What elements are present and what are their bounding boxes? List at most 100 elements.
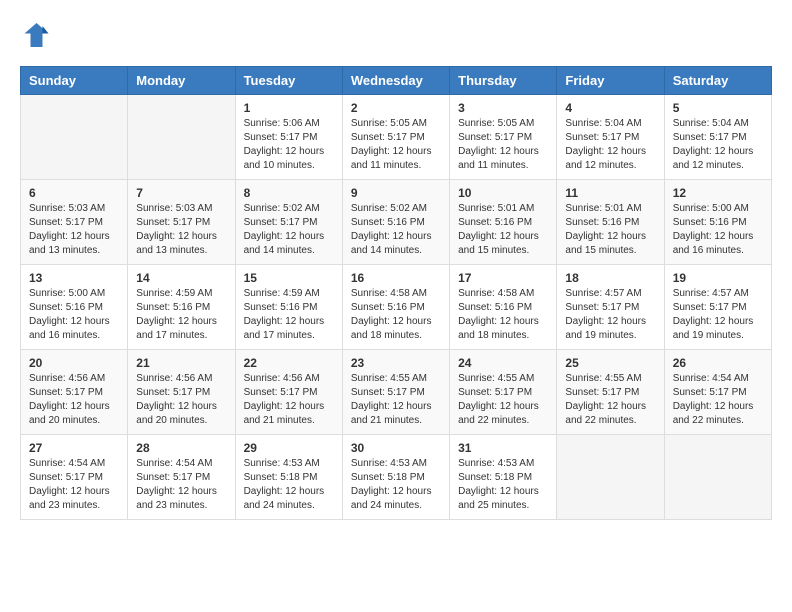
day-info: Sunrise: 5:04 AM Sunset: 5:17 PM Dayligh… (565, 117, 655, 173)
day-header-saturday: Saturday (664, 67, 771, 95)
day-info: Sunrise: 4:56 AM Sunset: 5:17 PM Dayligh… (244, 372, 334, 428)
calendar-cell: 5 Sunrise: 5:04 AM Sunset: 5:17 PM Daylig… (664, 95, 771, 180)
day-number: 17 (458, 271, 548, 285)
day-header-sunday: Sunday (21, 67, 128, 95)
day-info: Sunrise: 4:54 AM Sunset: 5:17 PM Dayligh… (673, 372, 763, 428)
day-info: Sunrise: 5:02 AM Sunset: 5:17 PM Dayligh… (244, 202, 334, 258)
day-number: 6 (29, 186, 119, 200)
calendar-cell: 21 Sunrise: 4:56 AM Sunset: 5:17 PM Dayli… (128, 350, 235, 435)
day-info: Sunrise: 5:01 AM Sunset: 5:16 PM Dayligh… (458, 202, 548, 258)
day-number: 29 (244, 441, 334, 455)
calendar-cell: 17 Sunrise: 4:58 AM Sunset: 5:16 PM Dayli… (450, 265, 557, 350)
day-info: Sunrise: 4:56 AM Sunset: 5:17 PM Dayligh… (136, 372, 226, 428)
day-info: Sunrise: 4:54 AM Sunset: 5:17 PM Dayligh… (29, 457, 119, 513)
calendar-cell: 12 Sunrise: 5:00 AM Sunset: 5:16 PM Dayli… (664, 180, 771, 265)
calendar-cell: 22 Sunrise: 4:56 AM Sunset: 5:17 PM Dayli… (235, 350, 342, 435)
page-header (20, 20, 772, 50)
calendar-week-4: 20Sunrise: 4:56 AM Sunset: 5:17 PM Dayli… (21, 350, 772, 435)
calendar-cell: 26 Sunrise: 4:54 AM Sunset: 5:17 PM Dayli… (664, 350, 771, 435)
day-header-tuesday: Tuesday (235, 67, 342, 95)
day-info: Sunrise: 4:57 AM Sunset: 5:17 PM Dayligh… (673, 287, 763, 343)
calendar-cell: 1 Sunrise: 5:06 AM Sunset: 5:17 PM Daylig… (235, 95, 342, 180)
calendar-cell (21, 95, 128, 180)
logo (20, 20, 54, 50)
day-header-wednesday: Wednesday (342, 67, 449, 95)
calendar-cell (557, 435, 664, 520)
day-info: Sunrise: 4:56 AM Sunset: 5:17 PM Dayligh… (29, 372, 119, 428)
day-number: 8 (244, 186, 334, 200)
calendar-cell (128, 95, 235, 180)
day-info: Sunrise: 4:59 AM Sunset: 5:16 PM Dayligh… (136, 287, 226, 343)
day-info: Sunrise: 5:00 AM Sunset: 5:16 PM Dayligh… (673, 202, 763, 258)
calendar-cell: 6 Sunrise: 5:03 AM Sunset: 5:17 PM Daylig… (21, 180, 128, 265)
day-number: 26 (673, 356, 763, 370)
calendar-cell: 28Sunrise: 4:54 AM Sunset: 5:17 PM Dayli… (128, 435, 235, 520)
day-number: 9 (351, 186, 441, 200)
calendar-cell: 14 Sunrise: 4:59 AM Sunset: 5:16 PM Dayli… (128, 265, 235, 350)
day-info: Sunrise: 4:58 AM Sunset: 5:16 PM Dayligh… (351, 287, 441, 343)
calendar-cell: 19Sunrise: 4:57 AM Sunset: 5:17 PM Dayli… (664, 265, 771, 350)
day-number: 10 (458, 186, 548, 200)
day-info: Sunrise: 4:53 AM Sunset: 5:18 PM Dayligh… (244, 457, 334, 513)
day-number: 4 (565, 101, 655, 115)
day-number: 27 (29, 441, 119, 455)
day-info: Sunrise: 4:55 AM Sunset: 5:17 PM Dayligh… (458, 372, 548, 428)
logo-icon (20, 20, 50, 50)
day-number: 22 (244, 356, 334, 370)
day-info: Sunrise: 5:05 AM Sunset: 5:17 PM Dayligh… (458, 117, 548, 173)
day-header-friday: Friday (557, 67, 664, 95)
calendar-cell: 2Sunrise: 5:05 AM Sunset: 5:17 PM Daylig… (342, 95, 449, 180)
calendar-cell: 25 Sunrise: 4:55 AM Sunset: 5:17 PM Dayli… (557, 350, 664, 435)
day-number: 23 (351, 356, 441, 370)
calendar-cell: 10 Sunrise: 5:01 AM Sunset: 5:16 PM Dayli… (450, 180, 557, 265)
day-info: Sunrise: 4:57 AM Sunset: 5:17 PM Dayligh… (565, 287, 655, 343)
day-number: 12 (673, 186, 763, 200)
day-number: 2 (351, 101, 441, 115)
day-info: Sunrise: 5:03 AM Sunset: 5:17 PM Dayligh… (136, 202, 226, 258)
day-info: Sunrise: 4:55 AM Sunset: 5:17 PM Dayligh… (351, 372, 441, 428)
day-number: 28 (136, 441, 226, 455)
calendar-cell: 18 Sunrise: 4:57 AM Sunset: 5:17 PM Dayli… (557, 265, 664, 350)
day-header-monday: Monday (128, 67, 235, 95)
day-number: 7 (136, 186, 226, 200)
calendar-cell: 31 Sunrise: 4:53 AM Sunset: 5:18 PM Dayli… (450, 435, 557, 520)
calendar-cell (664, 435, 771, 520)
day-number: 21 (136, 356, 226, 370)
calendar-cell: 23 Sunrise: 4:55 AM Sunset: 5:17 PM Dayli… (342, 350, 449, 435)
calendar-cell: 15Sunrise: 4:59 AM Sunset: 5:16 PM Dayli… (235, 265, 342, 350)
day-number: 18 (565, 271, 655, 285)
day-info: Sunrise: 5:06 AM Sunset: 5:17 PM Dayligh… (244, 117, 334, 173)
day-number: 13 (29, 271, 119, 285)
calendar-cell: 13 Sunrise: 5:00 AM Sunset: 5:16 PM Dayli… (21, 265, 128, 350)
calendar-table: SundayMondayTuesdayWednesdayThursdayFrid… (20, 66, 772, 520)
calendar-cell: 11Sunrise: 5:01 AM Sunset: 5:16 PM Dayli… (557, 180, 664, 265)
calendar-week-1: 1 Sunrise: 5:06 AM Sunset: 5:17 PM Daylig… (21, 95, 772, 180)
calendar-week-2: 6 Sunrise: 5:03 AM Sunset: 5:17 PM Daylig… (21, 180, 772, 265)
calendar-cell: 20Sunrise: 4:56 AM Sunset: 5:17 PM Dayli… (21, 350, 128, 435)
calendar-week-3: 13 Sunrise: 5:00 AM Sunset: 5:16 PM Dayli… (21, 265, 772, 350)
day-info: Sunrise: 4:53 AM Sunset: 5:18 PM Dayligh… (458, 457, 548, 513)
calendar-week-5: 27 Sunrise: 4:54 AM Sunset: 5:17 PM Dayli… (21, 435, 772, 520)
calendar-cell: 30Sunrise: 4:53 AM Sunset: 5:18 PM Dayli… (342, 435, 449, 520)
calendar-cell: 24 Sunrise: 4:55 AM Sunset: 5:17 PM Dayli… (450, 350, 557, 435)
day-number: 14 (136, 271, 226, 285)
day-number: 25 (565, 356, 655, 370)
day-number: 31 (458, 441, 548, 455)
day-number: 16 (351, 271, 441, 285)
day-number: 5 (673, 101, 763, 115)
day-number: 1 (244, 101, 334, 115)
calendar-cell: 7 Sunrise: 5:03 AM Sunset: 5:17 PM Daylig… (128, 180, 235, 265)
day-info: Sunrise: 5:00 AM Sunset: 5:16 PM Dayligh… (29, 287, 119, 343)
calendar-cell: 29 Sunrise: 4:53 AM Sunset: 5:18 PM Dayli… (235, 435, 342, 520)
day-header-thursday: Thursday (450, 67, 557, 95)
day-info: Sunrise: 5:04 AM Sunset: 5:17 PM Dayligh… (673, 117, 763, 173)
calendar-cell: 9Sunrise: 5:02 AM Sunset: 5:16 PM Daylig… (342, 180, 449, 265)
day-info: Sunrise: 4:58 AM Sunset: 5:16 PM Dayligh… (458, 287, 548, 343)
calendar-cell: 27 Sunrise: 4:54 AM Sunset: 5:17 PM Dayli… (21, 435, 128, 520)
day-info: Sunrise: 4:55 AM Sunset: 5:17 PM Dayligh… (565, 372, 655, 428)
day-info: Sunrise: 4:53 AM Sunset: 5:18 PM Dayligh… (351, 457, 441, 513)
calendar-cell: 4 Sunrise: 5:04 AM Sunset: 5:17 PM Daylig… (557, 95, 664, 180)
day-number: 3 (458, 101, 548, 115)
day-number: 24 (458, 356, 548, 370)
day-info: Sunrise: 5:03 AM Sunset: 5:17 PM Dayligh… (29, 202, 119, 258)
